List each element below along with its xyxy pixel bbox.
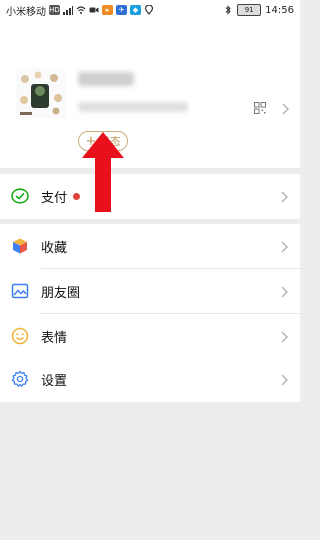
wifi-icon bbox=[76, 6, 86, 14]
avatar[interactable] bbox=[16, 68, 66, 118]
username-blurred bbox=[78, 72, 134, 86]
carrier-name: 小米移动 bbox=[6, 6, 46, 18]
signal-icon bbox=[63, 6, 73, 15]
menu-item-pay[interactable]: 支付 bbox=[0, 174, 300, 219]
menu-group-content: 收藏 朋友圈 表情 bbox=[0, 224, 300, 359]
chevron-right-icon bbox=[281, 241, 288, 253]
menu-label-pay: 支付 bbox=[41, 191, 68, 206]
profile-card[interactable]: + 状态 bbox=[0, 20, 300, 168]
location-icon bbox=[144, 5, 154, 15]
chevron-right-icon bbox=[281, 286, 288, 298]
status-bar: 小米移动 HD ▸ ✈ ◆ 91 14:56 bbox=[0, 0, 300, 20]
battery-indicator: 91 bbox=[237, 4, 262, 16]
hd-icon: HD bbox=[49, 5, 60, 15]
menu-item-stickers[interactable]: 表情 bbox=[0, 314, 300, 359]
chevron-right-icon bbox=[281, 374, 288, 386]
wechat-pay-icon bbox=[11, 188, 29, 204]
chevron-right-icon bbox=[281, 191, 288, 203]
chevron-right-icon bbox=[282, 103, 289, 115]
gear-icon bbox=[11, 370, 29, 388]
red-arrow-annotation bbox=[82, 132, 124, 212]
favorites-cube-icon bbox=[13, 238, 27, 254]
menu-label-stickers: 表情 bbox=[41, 331, 68, 346]
menu-group-pay: 支付 bbox=[0, 174, 300, 219]
menu-label-favorites: 收藏 bbox=[41, 241, 68, 256]
bluetooth-icon bbox=[225, 5, 231, 15]
menu-label-settings: 设置 bbox=[41, 374, 68, 389]
menu-item-settings[interactable]: 设置 bbox=[0, 357, 300, 402]
notification-dot bbox=[73, 193, 80, 200]
video-icon bbox=[89, 7, 99, 13]
menu-item-moments[interactable]: 朋友圈 bbox=[0, 269, 300, 314]
wechat-id-blurred bbox=[78, 102, 188, 112]
app-notification-icon: ▸ bbox=[102, 5, 113, 15]
moments-image-icon bbox=[11, 283, 29, 299]
smiley-icon bbox=[11, 327, 29, 345]
clock: 14:56 bbox=[265, 4, 294, 16]
menu-group-settings: 设置 bbox=[0, 357, 300, 402]
app-notification-icon-3: ◆ bbox=[130, 5, 141, 15]
menu-item-favorites[interactable]: 收藏 bbox=[0, 224, 300, 269]
avatar-sticker-image bbox=[16, 68, 66, 118]
chevron-right-icon bbox=[281, 331, 288, 343]
menu-label-moments: 朋友圈 bbox=[41, 286, 81, 301]
qr-code-icon[interactable] bbox=[254, 102, 266, 114]
app-notification-icon-2: ✈ bbox=[116, 5, 127, 15]
